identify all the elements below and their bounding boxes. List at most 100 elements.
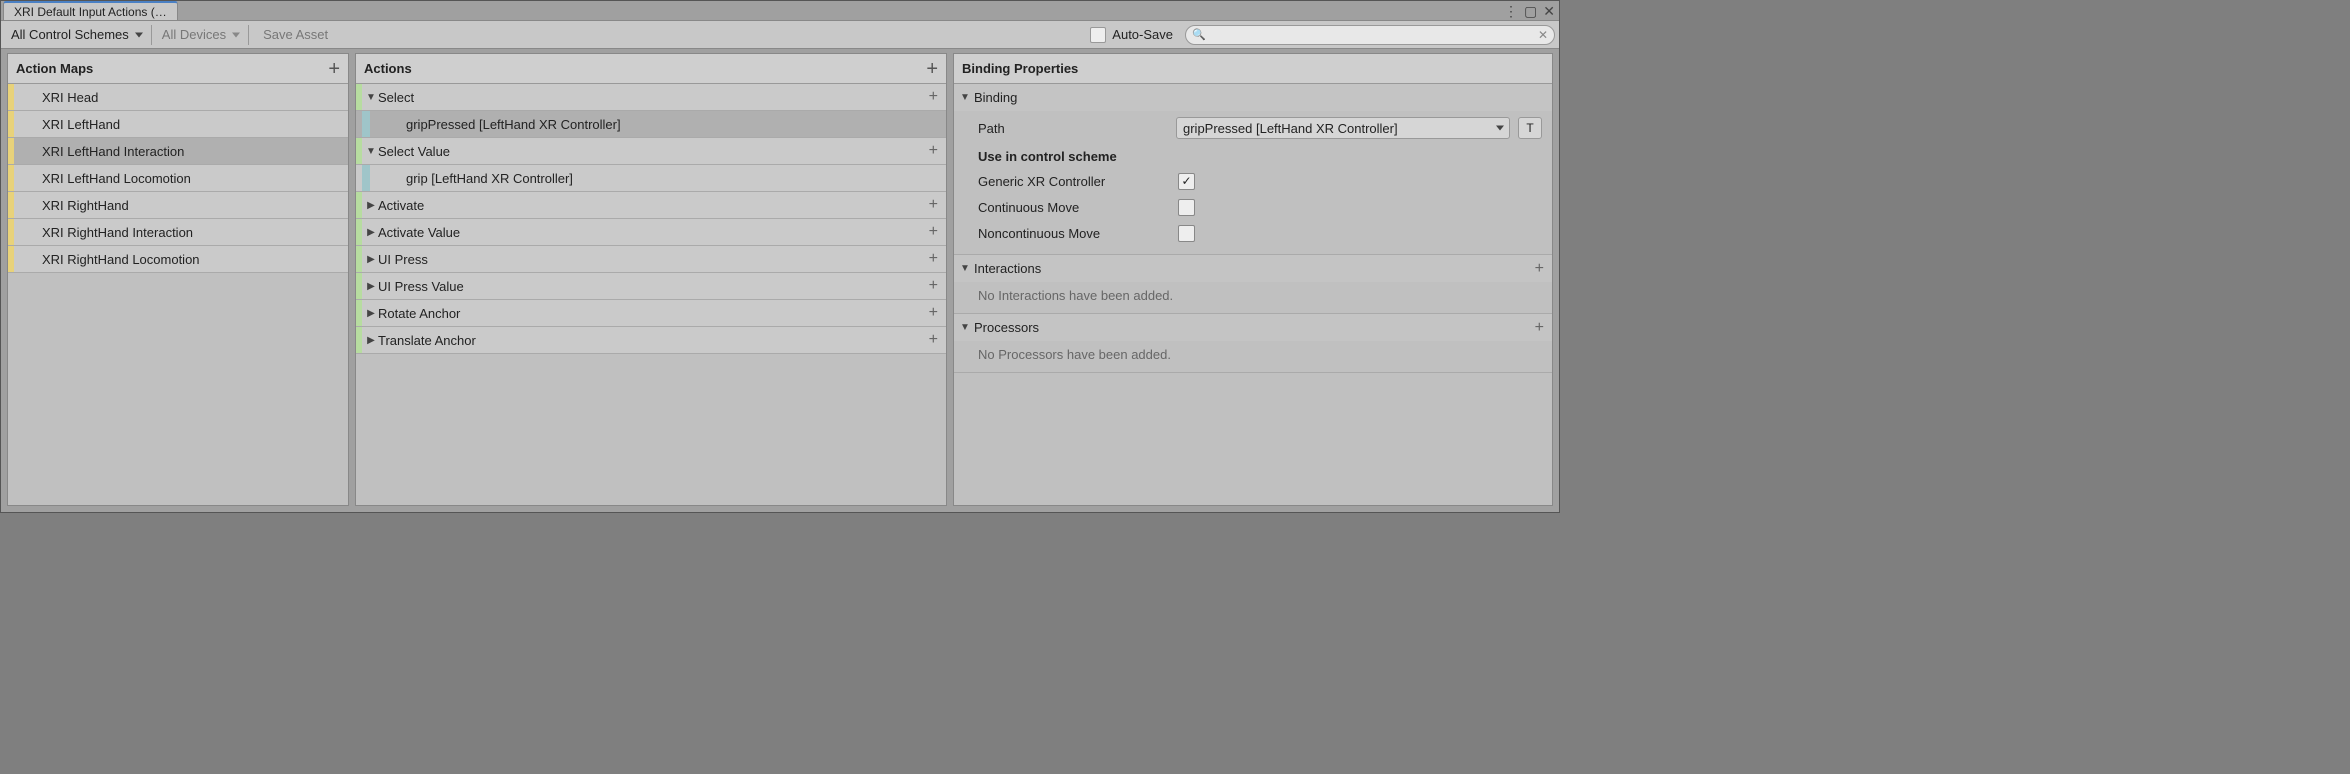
- add-binding-button[interactable]: +: [929, 88, 938, 106]
- binding-row[interactable]: grip [LeftHand XR Controller]: [356, 165, 946, 192]
- action-row[interactable]: Select Value+: [356, 138, 946, 165]
- row-marker: [356, 192, 362, 218]
- window-controls: ⋮ ▢ ✕: [1504, 3, 1555, 20]
- action-row[interactable]: Activate Value+: [356, 219, 946, 246]
- action-row[interactable]: Translate Anchor+: [356, 327, 946, 354]
- action-map-label: XRI LeftHand Locomotion: [14, 171, 348, 186]
- foldout-icon[interactable]: [364, 281, 378, 292]
- foldout-icon[interactable]: [364, 146, 378, 157]
- processors-title: Processors: [974, 320, 1039, 335]
- scheme-checkbox-group: Generic XR Controller✓Continuous MoveNon…: [978, 168, 1542, 246]
- add-processor-button[interactable]: +: [1535, 319, 1544, 337]
- add-binding-button[interactable]: +: [929, 304, 938, 322]
- save-asset-button[interactable]: Save Asset: [253, 24, 338, 46]
- editor-tab[interactable]: XRI Default Input Actions (…: [3, 1, 178, 20]
- row-marker: [362, 111, 370, 137]
- action-label: Select: [378, 90, 946, 105]
- action-map-label: XRI Head: [14, 90, 348, 105]
- row-marker: [356, 138, 362, 164]
- action-row[interactable]: Rotate Anchor+: [356, 300, 946, 327]
- add-action-map-button[interactable]: +: [328, 59, 340, 79]
- devices-dropdown[interactable]: All Devices: [156, 24, 244, 46]
- processors-header[interactable]: ▼ Processors +: [954, 314, 1552, 341]
- foldout-icon: ▼: [960, 92, 974, 103]
- path-row: Path gripPressed [LeftHand XR Controller…: [978, 115, 1542, 141]
- row-marker: [356, 246, 362, 272]
- foldout-icon[interactable]: [364, 200, 378, 211]
- scheme-label: Continuous Move: [978, 200, 1178, 215]
- action-map-row[interactable]: XRI LeftHand: [8, 111, 348, 138]
- body: Action Maps + XRI HeadXRI LeftHandXRI Le…: [7, 53, 1553, 506]
- interactions-empty: No Interactions have been added.: [954, 282, 1552, 313]
- scheme-row: Noncontinuous Move: [978, 220, 1542, 246]
- action-map-row[interactable]: XRI LeftHand Locomotion: [8, 165, 348, 192]
- actions-list: Select+gripPressed [LeftHand XR Controll…: [356, 84, 946, 505]
- action-label: Rotate Anchor: [378, 306, 946, 321]
- checkbox-icon: [1090, 27, 1106, 43]
- tab-bar: XRI Default Input Actions (… ⋮ ▢ ✕: [1, 1, 1559, 21]
- binding-row[interactable]: gripPressed [LeftHand XR Controller]: [356, 111, 946, 138]
- action-map-row[interactable]: XRI RightHand: [8, 192, 348, 219]
- action-map-row[interactable]: XRI LeftHand Interaction: [8, 138, 348, 165]
- action-map-row[interactable]: XRI RightHand Locomotion: [8, 246, 348, 273]
- add-binding-button[interactable]: +: [929, 196, 938, 214]
- listen-button[interactable]: T: [1518, 117, 1542, 139]
- add-binding-button[interactable]: +: [929, 142, 938, 160]
- interactions-section: ▼ Interactions + No Interactions have be…: [954, 255, 1552, 314]
- row-marker: [356, 219, 362, 245]
- add-binding-button[interactable]: +: [929, 250, 938, 268]
- action-map-label: XRI RightHand: [14, 198, 348, 213]
- add-interaction-button[interactable]: +: [1535, 260, 1544, 278]
- action-maps-panel: Action Maps + XRI HeadXRI LeftHandXRI Le…: [7, 53, 349, 506]
- foldout-icon: ▼: [960, 322, 974, 333]
- binding-label: grip [LeftHand XR Controller]: [384, 171, 946, 186]
- maximize-icon[interactable]: ▢: [1524, 3, 1537, 20]
- menu-icon[interactable]: ⋮: [1504, 3, 1518, 20]
- action-label: Activate: [378, 198, 946, 213]
- scheme-checkbox[interactable]: [1178, 225, 1195, 242]
- action-map-row[interactable]: XRI RightHand Interaction: [8, 219, 348, 246]
- interactions-header[interactable]: ▼ Interactions +: [954, 255, 1552, 282]
- clear-icon[interactable]: ✕: [1538, 28, 1548, 42]
- row-marker: [362, 165, 370, 191]
- separator: [151, 25, 152, 45]
- foldout-icon[interactable]: [364, 335, 378, 346]
- action-map-row[interactable]: XRI Head: [8, 84, 348, 111]
- action-row[interactable]: UI Press+: [356, 246, 946, 273]
- action-label: Activate Value: [378, 225, 946, 240]
- scheme-row: Continuous Move: [978, 194, 1542, 220]
- action-label: Select Value: [378, 144, 946, 159]
- actions-title: Actions: [364, 61, 412, 76]
- foldout-icon[interactable]: [364, 254, 378, 265]
- add-binding-button[interactable]: +: [929, 277, 938, 295]
- binding-properties-body: ▼ Binding Path gripPressed [LeftHand XR …: [954, 84, 1552, 505]
- binding-section-body: Path gripPressed [LeftHand XR Controller…: [954, 111, 1552, 254]
- binding-properties-title: Binding Properties: [962, 61, 1078, 76]
- foldout-icon[interactable]: [364, 308, 378, 319]
- foldout-icon[interactable]: [364, 227, 378, 238]
- action-row[interactable]: Activate+: [356, 192, 946, 219]
- scheme-checkbox[interactable]: [1178, 199, 1195, 216]
- close-icon[interactable]: ✕: [1543, 3, 1555, 20]
- search-input[interactable]: [1210, 28, 1538, 42]
- action-map-label: XRI LeftHand: [14, 117, 348, 132]
- action-row[interactable]: UI Press Value+: [356, 273, 946, 300]
- search-icon: 🔍: [1192, 28, 1206, 41]
- actions-header: Actions +: [356, 54, 946, 84]
- add-binding-button[interactable]: +: [929, 331, 938, 349]
- autosave-toggle[interactable]: Auto-Save: [1090, 27, 1173, 43]
- add-action-button[interactable]: +: [926, 59, 938, 79]
- search-field[interactable]: 🔍 ✕: [1185, 25, 1555, 45]
- path-value: gripPressed [LeftHand XR Controller]: [1183, 121, 1398, 136]
- binding-label: gripPressed [LeftHand XR Controller]: [384, 117, 946, 132]
- action-map-label: XRI RightHand Interaction: [14, 225, 348, 240]
- action-row[interactable]: Select+: [356, 84, 946, 111]
- control-schemes-dropdown[interactable]: All Control Schemes: [5, 24, 147, 46]
- scheme-checkbox[interactable]: ✓: [1178, 173, 1195, 190]
- foldout-icon[interactable]: [364, 92, 378, 103]
- path-dropdown[interactable]: gripPressed [LeftHand XR Controller]: [1176, 117, 1510, 139]
- add-binding-button[interactable]: +: [929, 223, 938, 241]
- scheme-label: Noncontinuous Move: [978, 226, 1178, 241]
- devices-label: All Devices: [162, 27, 226, 42]
- binding-section-header[interactable]: ▼ Binding: [954, 84, 1552, 111]
